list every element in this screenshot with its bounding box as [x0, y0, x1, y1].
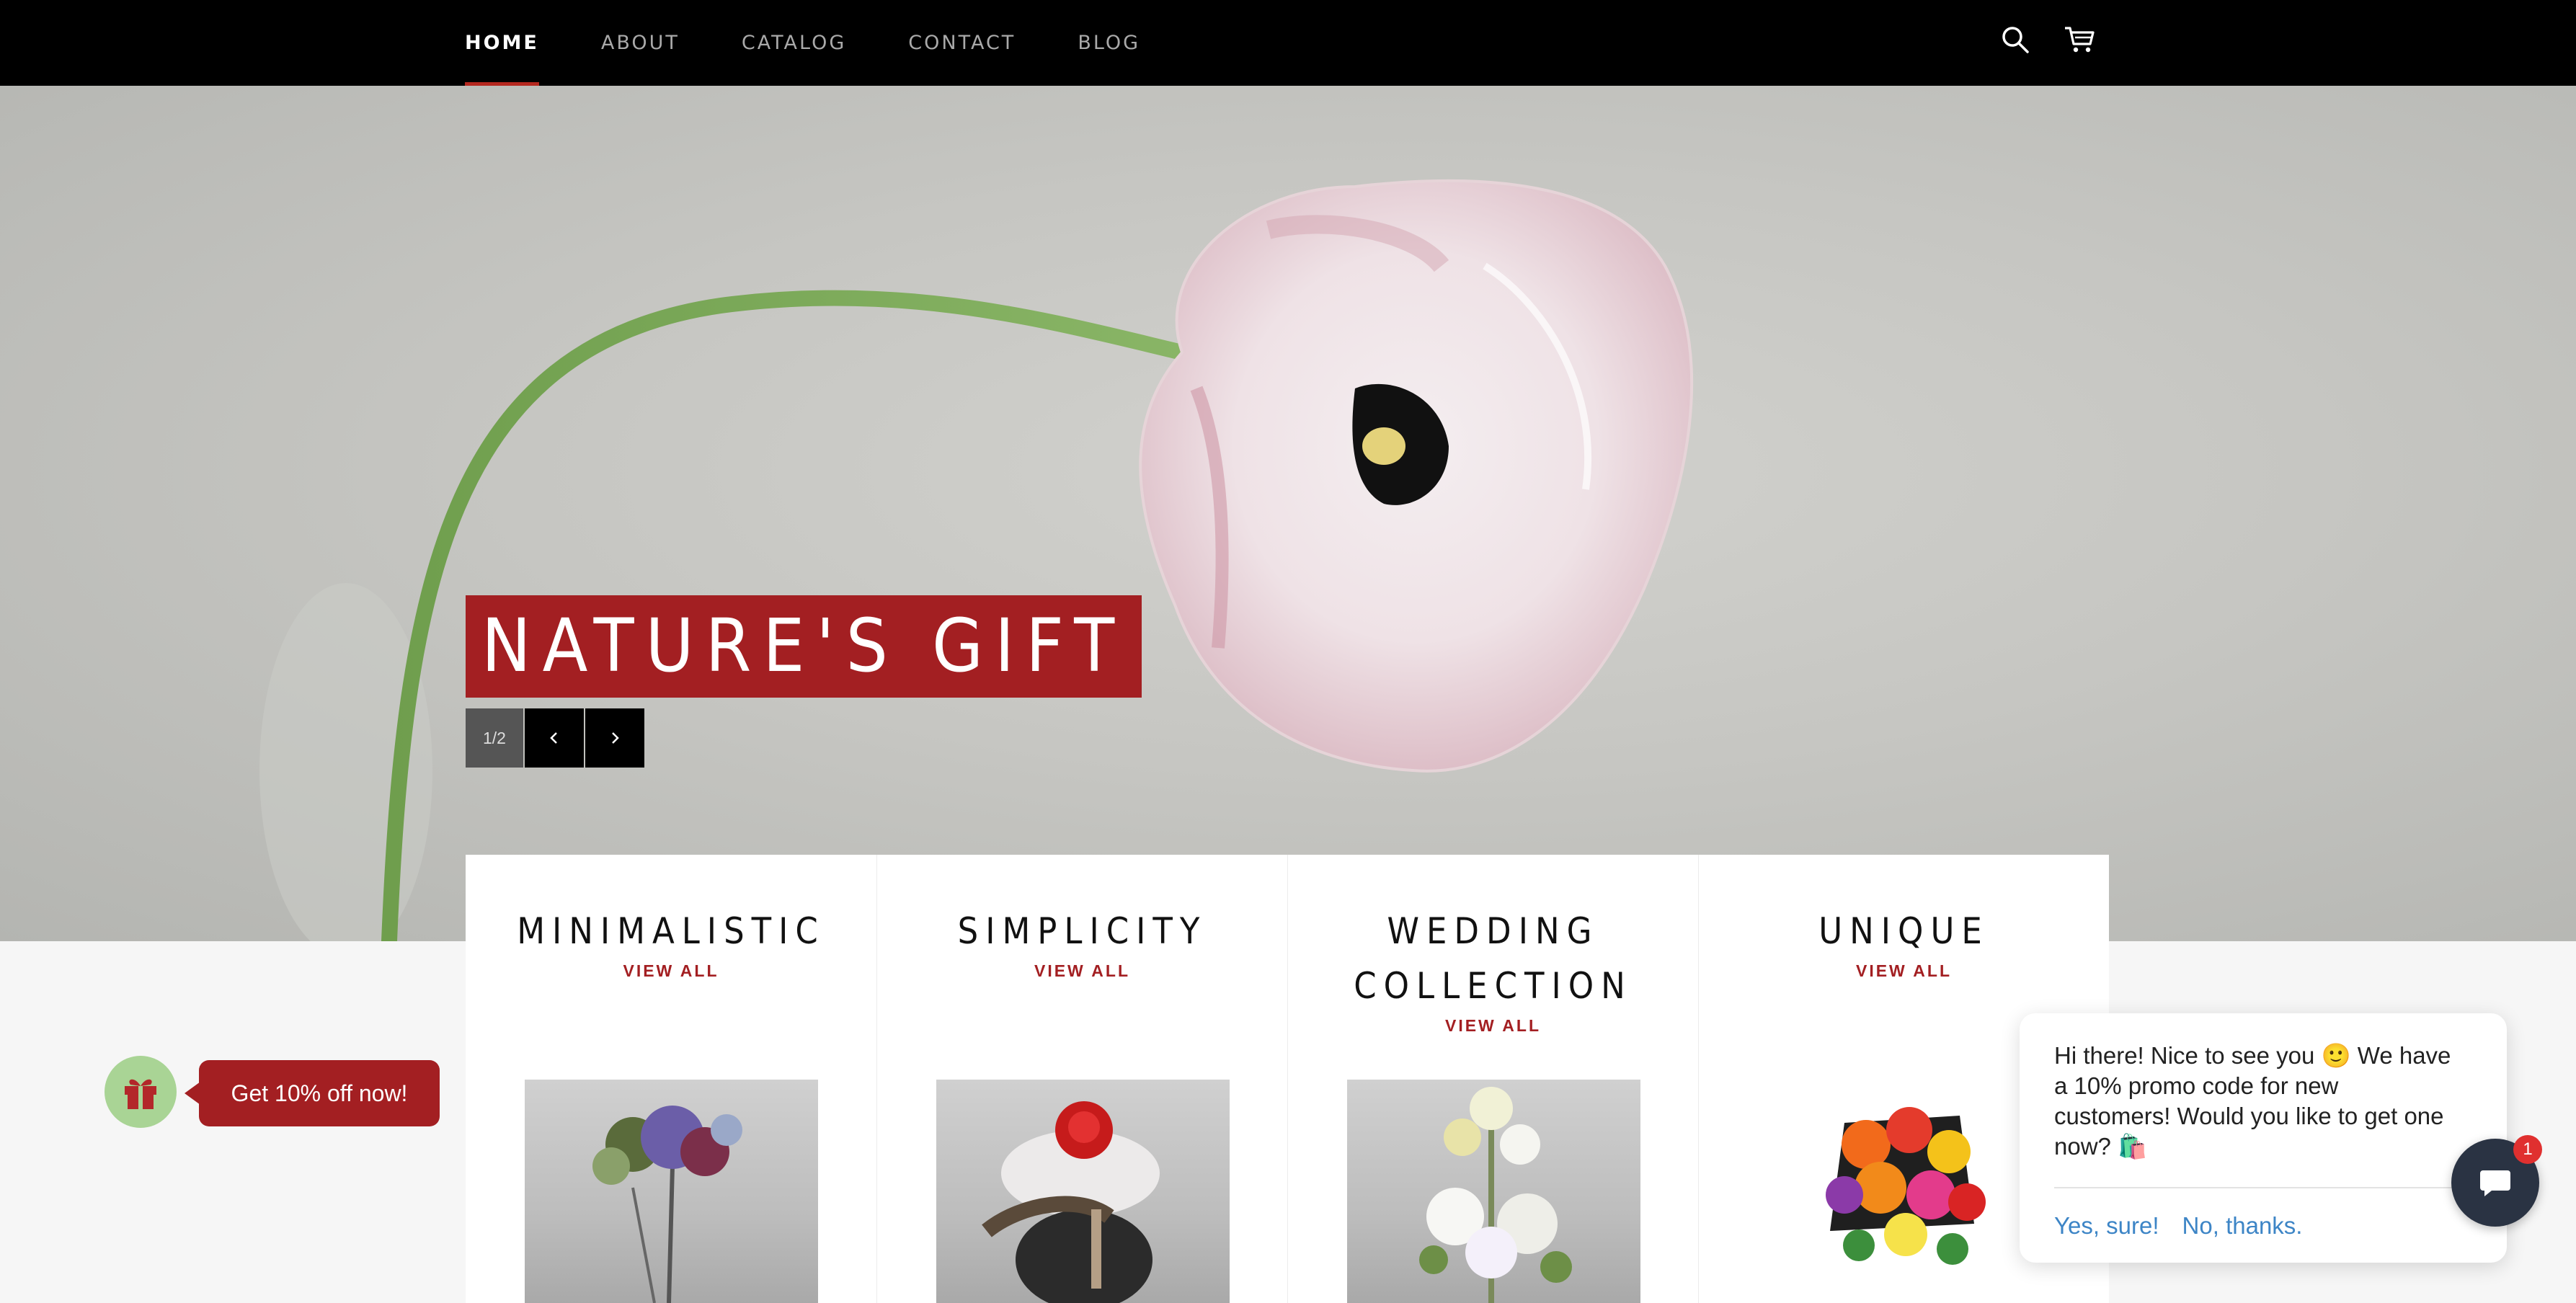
collection-image[interactable] [1758, 1080, 2051, 1303]
chat-divider [2054, 1187, 2472, 1188]
slide-indicator: 1/2 [466, 708, 523, 768]
collection-card-simplicity[interactable]: SIMPLICITY VIEW ALL [876, 855, 1287, 1303]
collection-image[interactable] [1347, 1080, 1640, 1303]
cart-icon[interactable] [2063, 24, 2096, 55]
search-icon[interactable] [1999, 24, 2031, 55]
collection-title: SIMPLICITY [957, 910, 1207, 952]
collection-title: MINIMALISTIC [517, 910, 825, 952]
chevron-left-icon [550, 732, 557, 744]
collection-card-wedding-collection[interactable]: WEDDING COLLECTION VIEW ALL [1287, 855, 1698, 1303]
nav-link-home[interactable]: HOME [465, 0, 539, 86]
top-navigation: HOME ABOUT CATALOG CONTACT BLOG [0, 0, 2576, 86]
wedding-bouquet-image [1419, 1087, 1572, 1303]
chat-message: Hi there! Nice to see you 🙂 We have a 10… [2054, 1042, 2451, 1160]
chat-popup: Hi there! Nice to see you 🙂 We have a 10… [2020, 1013, 2507, 1263]
nav-icons [1999, 24, 2096, 55]
chat-bubble-icon [2480, 1170, 2510, 1196]
view-all-link[interactable]: VIEW ALL [877, 961, 1287, 981]
nav-links: HOME ABOUT CATALOG CONTACT BLOG [465, 0, 1202, 86]
nav-link-blog[interactable]: BLOG [1078, 0, 1140, 86]
chat-actions: Yes, sure! No, thanks. [2054, 1212, 2302, 1240]
collection-image[interactable] [525, 1080, 818, 1303]
chat-no-button[interactable]: No, thanks. [2182, 1212, 2303, 1240]
collection-title: UNIQUE [1818, 910, 1989, 952]
view-all-link[interactable]: VIEW ALL [466, 961, 876, 981]
collection-title: WEDDING COLLECTION [1354, 910, 1633, 1007]
collection-card-minimalistic[interactable]: MINIMALISTIC VIEW ALL [466, 855, 876, 1303]
nav-link-catalog[interactable]: CATALOG [742, 0, 846, 86]
slide-next-button[interactable] [585, 708, 644, 768]
chevron-right-icon [612, 732, 619, 744]
rose-arrangement-image [982, 1101, 1160, 1303]
chat-yes-button[interactable]: Yes, sure! [2054, 1212, 2159, 1240]
gift-button[interactable] [105, 1056, 177, 1128]
bouquet-image [592, 1106, 742, 1303]
view-all-link[interactable]: VIEW ALL [1699, 961, 2109, 981]
hero-title: NATURE'S GIFT [466, 595, 1142, 698]
chat-unread-badge: 1 [2513, 1135, 2542, 1164]
nav-link-about[interactable]: ABOUT [601, 0, 680, 86]
nav-link-contact[interactable]: CONTACT [908, 0, 1016, 86]
promo-button[interactable]: Get 10% off now! [185, 1060, 440, 1126]
view-all-link[interactable]: VIEW ALL [1288, 1016, 1698, 1036]
colorful-bouquet-image [1826, 1107, 1986, 1265]
slide-prev-button[interactable] [525, 708, 584, 768]
collections-grid: MINIMALISTIC VIEW ALL SIMPLICITY VIEW AL… [466, 855, 2109, 1303]
gift-icon [125, 1079, 156, 1109]
slider-controls: 1/2 [466, 708, 644, 768]
collection-image[interactable] [936, 1080, 1230, 1303]
hero-banner: NATURE'S GIFT 1/2 [0, 86, 2576, 941]
hero-tulip-image [259, 179, 1694, 941]
